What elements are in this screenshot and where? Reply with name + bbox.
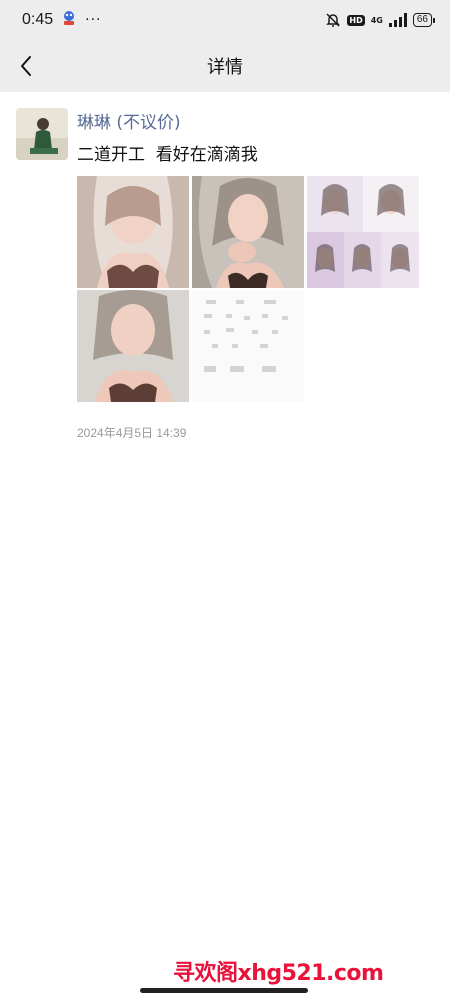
post-text: 二道开工 看好在滴滴我: [77, 145, 258, 165]
status-bar: 0:45 ··· HD 4G 66: [0, 0, 450, 40]
back-button[interactable]: [10, 50, 42, 82]
photo-5[interactable]: [192, 290, 304, 402]
avatar[interactable]: [16, 108, 68, 160]
photo-1[interactable]: [77, 176, 189, 288]
hd-icon: HD: [347, 14, 365, 26]
battery-icon: 66: [412, 13, 436, 27]
network-label: 4G: [370, 15, 383, 25]
watermark: 寻欢阁xhg521.com: [173, 961, 384, 986]
signal-icon: [388, 13, 407, 27]
app-notification-icon: [61, 10, 77, 30]
photo-grid: [77, 176, 419, 402]
photo-2[interactable]: [192, 176, 304, 288]
mute-bell-icon: [325, 12, 341, 28]
photo-4[interactable]: [77, 290, 189, 402]
page-title: 详情: [207, 57, 243, 78]
status-time: 0:45: [22, 11, 54, 28]
author-name[interactable]: 琳琳 (不议价): [77, 108, 181, 133]
home-indicator[interactable]: [140, 988, 308, 993]
more-notifications-icon: ···: [85, 12, 102, 28]
photo-3[interactable]: [307, 176, 419, 288]
post-timestamp: 2024年4月5日 14:39: [77, 426, 187, 440]
chevron-left-icon: [21, 56, 31, 76]
header: 详情: [0, 40, 450, 92]
